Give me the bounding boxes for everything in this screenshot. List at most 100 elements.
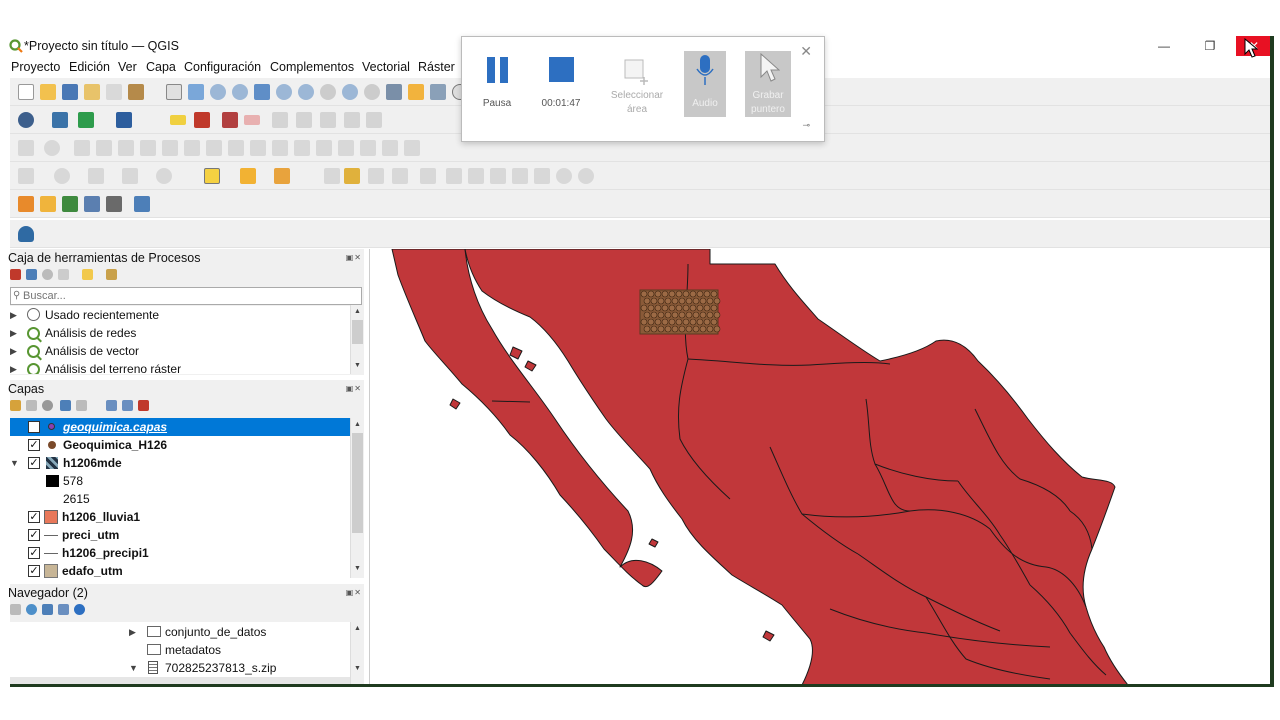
save-edits-icon[interactable] xyxy=(368,168,384,184)
menu-configuracion[interactable]: Configuración xyxy=(184,60,261,74)
layer-checkbox[interactable]: ✓ xyxy=(28,511,40,523)
add-delimited-text-icon[interactable] xyxy=(62,196,78,212)
copy-feature-icon[interactable] xyxy=(206,140,222,156)
map-svg[interactable] xyxy=(370,249,1270,685)
undo-icon[interactable] xyxy=(556,168,572,184)
collapse-all-icon[interactable] xyxy=(122,400,133,411)
expand-arrow-icon[interactable]: ▶ xyxy=(10,324,17,342)
label-tool-icon[interactable] xyxy=(170,115,186,125)
zoom-selection-icon[interactable] xyxy=(276,84,292,100)
zoom-out-icon[interactable] xyxy=(232,84,248,100)
delete-feature-icon[interactable] xyxy=(162,140,178,156)
zoom-layer-icon[interactable] xyxy=(298,84,314,100)
minimize-button[interactable]: — xyxy=(1146,36,1182,56)
processing-search-input[interactable] xyxy=(23,288,353,304)
add-wms-icon[interactable] xyxy=(106,196,122,212)
map-canvas[interactable] xyxy=(369,249,1270,685)
visibility-icon[interactable] xyxy=(42,400,53,411)
layer-row[interactable]: ✓ edafo_utm xyxy=(10,562,350,578)
rotate-label-icon[interactable] xyxy=(272,112,288,128)
redo-digitize-icon[interactable] xyxy=(272,140,288,156)
layer-checkbox[interactable]: ✓ xyxy=(28,565,40,577)
layer-checkbox[interactable]: ✓ xyxy=(28,529,40,541)
rotate-feature-icon[interactable] xyxy=(404,140,420,156)
options-icon[interactable] xyxy=(106,269,117,280)
layer-row[interactable]: ✓ h1206_precipi1 xyxy=(10,544,350,562)
browser-item[interactable]: ▼ 702825237813_s.zip xyxy=(10,659,350,677)
panel-float-close-icon[interactable]: ▣✕ xyxy=(346,253,362,262)
change-label-icon[interactable] xyxy=(296,112,312,128)
show-hide-labels-icon[interactable] xyxy=(320,112,336,128)
move-label-icon[interactable] xyxy=(244,115,260,125)
tree-item-recent[interactable]: ▶ Usado recientemente xyxy=(10,306,350,324)
browser-item[interactable]: metadatos xyxy=(10,641,350,659)
identify-icon[interactable] xyxy=(54,168,70,184)
tree-item-network[interactable]: ▶ Análisis de redes xyxy=(10,324,350,342)
save-as-icon[interactable] xyxy=(84,84,100,100)
info-icon[interactable] xyxy=(74,604,85,615)
database-icon[interactable] xyxy=(18,226,34,242)
zoom-last-icon[interactable] xyxy=(342,84,358,100)
history-icon[interactable] xyxy=(42,269,53,280)
style-icon[interactable] xyxy=(10,400,21,411)
reshape-icon[interactable] xyxy=(294,140,310,156)
plugin-reloader-icon[interactable] xyxy=(78,112,94,128)
paste-icon[interactable] xyxy=(512,168,528,184)
scroll-down-icon[interactable]: ▼ xyxy=(351,562,364,576)
pin-labels-icon[interactable] xyxy=(194,112,210,128)
panel-float-close-icon[interactable]: ▣✕ xyxy=(346,588,362,597)
select-features-icon[interactable] xyxy=(204,168,220,184)
scroll-down-icon[interactable]: ▼ xyxy=(351,662,364,676)
remove-layer-icon[interactable] xyxy=(138,400,149,411)
browser-item[interactable]: ▶ conjunto_de_datos xyxy=(10,623,350,641)
label-options-icon[interactable] xyxy=(366,112,382,128)
models-icon[interactable] xyxy=(10,269,21,280)
vertex-tool-icon[interactable] xyxy=(118,140,134,156)
layer-checkbox[interactable]: ✓ xyxy=(28,439,40,451)
menu-ver[interactable]: Ver xyxy=(118,60,137,74)
deselect-icon[interactable] xyxy=(274,168,290,184)
open-project-icon[interactable] xyxy=(40,84,56,100)
cut-icon[interactable] xyxy=(468,168,484,184)
panel-float-close-icon[interactable]: ▣✕ xyxy=(346,384,362,393)
scroll-thumb[interactable] xyxy=(352,433,363,533)
layer-checkbox[interactable]: ✓ xyxy=(28,547,40,559)
tree-item-terrain[interactable]: ▶ Análisis del terreno ráster xyxy=(10,360,350,374)
layer-row[interactable]: ✓ h1206_lluvia1 xyxy=(10,508,350,526)
style-manager-icon[interactable] xyxy=(128,84,144,100)
add-virtual-layer-icon[interactable] xyxy=(134,196,150,212)
menu-proyecto[interactable]: Proyecto xyxy=(11,60,60,74)
split-icon[interactable] xyxy=(316,140,332,156)
zoom-native-icon[interactable] xyxy=(320,84,336,100)
attribute-table-icon[interactable] xyxy=(122,168,138,184)
move-feature-icon[interactable] xyxy=(140,140,156,156)
network-icon[interactable] xyxy=(18,112,34,128)
simplify-icon[interactable] xyxy=(382,140,398,156)
new-map-view-icon[interactable] xyxy=(386,84,402,100)
restore-button[interactable]: ❐ xyxy=(1192,36,1228,56)
pan-icon[interactable] xyxy=(166,84,182,100)
add-selected-icon[interactable] xyxy=(10,604,21,615)
expand-arrow-icon[interactable]: ▶ xyxy=(10,306,17,324)
expand-arrow-icon[interactable]: ▶ xyxy=(129,623,136,641)
expand-arrow-icon[interactable]: ▶ xyxy=(10,360,17,374)
python-console-icon[interactable] xyxy=(52,112,68,128)
zoom-next-icon[interactable] xyxy=(364,84,380,100)
scroll-up-icon[interactable]: ▲ xyxy=(351,622,364,636)
menu-raster[interactable]: Ráster xyxy=(418,60,455,74)
digitize-icon[interactable] xyxy=(18,140,34,156)
pan-to-selection-icon[interactable] xyxy=(188,84,204,100)
layers-scrollbar[interactable]: ▲ ▼ xyxy=(350,418,364,578)
add-vector-icon[interactable] xyxy=(18,196,34,212)
undo-digitize-icon[interactable] xyxy=(250,140,266,156)
expand-arrow-icon[interactable]: ▶ xyxy=(10,342,17,360)
show-bookmarks-icon[interactable] xyxy=(430,84,446,100)
bookmark-icon[interactable] xyxy=(408,84,424,100)
stop-button[interactable]: 00:01:47 xyxy=(532,51,590,117)
layer-checkbox[interactable]: ✓ xyxy=(28,457,40,469)
scroll-up-icon[interactable]: ▲ xyxy=(351,418,364,432)
select-by-value-icon[interactable] xyxy=(240,168,256,184)
pin-icon[interactable]: ⊸ xyxy=(802,120,810,131)
edit-features-icon[interactable] xyxy=(82,269,93,280)
processing-search[interactable]: ⚲ xyxy=(10,287,362,305)
